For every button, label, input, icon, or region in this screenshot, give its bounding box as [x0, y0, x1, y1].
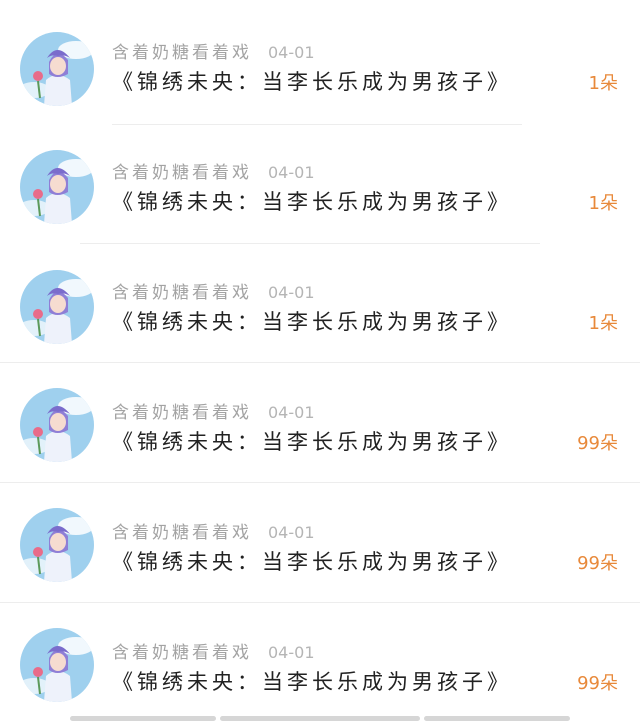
- gift-count: 99朵: [577, 553, 618, 574]
- item-date: 04-01: [268, 523, 315, 542]
- username[interactable]: 含着奶糖看着戏: [112, 403, 252, 423]
- item-meta: 含着奶糖看着戏 04-01: [112, 278, 315, 303]
- username[interactable]: 含着奶糖看着戏: [112, 163, 252, 183]
- item-title[interactable]: 《锦绣未央：当李长乐成为男孩子》: [112, 666, 512, 696]
- avatar[interactable]: [20, 388, 94, 462]
- avatar[interactable]: [20, 32, 94, 106]
- gift-count: 1朵: [588, 313, 618, 334]
- item-title[interactable]: 《锦绣未央：当李长乐成为男孩子》: [112, 426, 512, 456]
- item-meta: 含着奶糖看着戏 04-01: [112, 638, 315, 663]
- username[interactable]: 含着奶糖看着戏: [112, 283, 252, 303]
- list-item[interactable]: 含着奶糖看着戏 04-01 《锦绣未央：当李长乐成为男孩子》 99朵: [0, 482, 640, 602]
- item-title[interactable]: 《锦绣未央：当李长乐成为男孩子》: [112, 306, 512, 336]
- gift-count: 1朵: [588, 73, 618, 94]
- username[interactable]: 含着奶糖看着戏: [112, 643, 252, 663]
- item-date: 04-01: [268, 43, 315, 62]
- avatar[interactable]: [20, 628, 94, 702]
- item-title[interactable]: 《锦绣未央：当李长乐成为男孩子》: [112, 546, 512, 576]
- list-item[interactable]: 含着奶糖看着戏 04-01 《锦绣未央：当李长乐成为男孩子》 1朵: [0, 2, 640, 122]
- list-item[interactable]: 含着奶糖看着戏 04-01 《锦绣未央：当李长乐成为男孩子》 99朵: [0, 362, 640, 482]
- item-date: 04-01: [268, 403, 315, 422]
- list-item[interactable]: 含着奶糖看着戏 04-01 《锦绣未央：当李长乐成为男孩子》 1朵: [0, 122, 640, 242]
- item-meta: 含着奶糖看着戏 04-01: [112, 398, 315, 423]
- item-meta: 含着奶糖看着戏 04-01: [112, 518, 315, 543]
- username[interactable]: 含着奶糖看着戏: [112, 43, 252, 63]
- item-meta: 含着奶糖看着戏 04-01: [112, 38, 315, 63]
- item-date: 04-01: [268, 163, 315, 182]
- username[interactable]: 含着奶糖看着戏: [112, 523, 252, 543]
- gift-count: 99朵: [577, 433, 618, 454]
- avatar[interactable]: [20, 150, 94, 224]
- item-date: 04-01: [268, 283, 315, 302]
- list-item[interactable]: 含着奶糖看着戏 04-01 《锦绣未央：当李长乐成为男孩子》 99朵: [0, 602, 640, 722]
- item-date: 04-01: [268, 643, 315, 662]
- scroll-indicator-segment: [70, 716, 216, 721]
- gift-count: 99朵: [577, 673, 618, 694]
- item-title[interactable]: 《锦绣未央：当李长乐成为男孩子》: [112, 66, 512, 96]
- scroll-indicator-segment: [424, 716, 570, 721]
- gift-count: 1朵: [588, 193, 618, 214]
- item-title[interactable]: 《锦绣未央：当李长乐成为男孩子》: [112, 186, 512, 216]
- list-item[interactable]: 含着奶糖看着戏 04-01 《锦绣未央：当李长乐成为男孩子》 1朵: [0, 242, 640, 362]
- avatar[interactable]: [20, 508, 94, 582]
- scroll-indicator: [0, 716, 640, 722]
- scroll-indicator-segment: [220, 716, 420, 721]
- item-meta: 含着奶糖看着戏 04-01: [112, 158, 315, 183]
- avatar[interactable]: [20, 270, 94, 344]
